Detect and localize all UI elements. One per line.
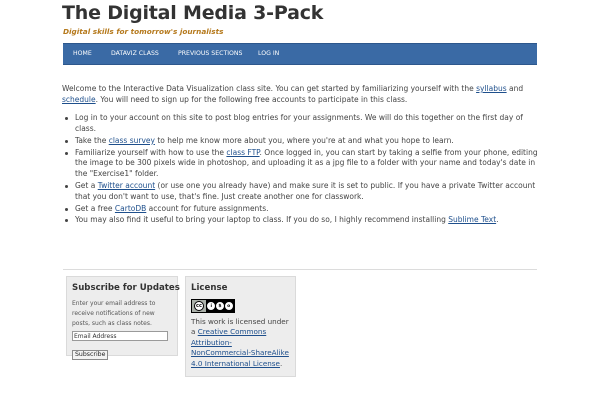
content-divider bbox=[63, 269, 537, 270]
intro-paragraph: Welcome to the Interactive Data Visualiz… bbox=[62, 84, 524, 104]
license-widget: License cc i $ o This work is licensed u… bbox=[185, 276, 296, 377]
subscribe-widget: Subscribe for Updates Enter your email a… bbox=[66, 276, 180, 360]
nav-item-log-in[interactable]: LOG IN bbox=[258, 44, 279, 64]
schedule-link[interactable]: schedule bbox=[62, 95, 96, 104]
list-item: Get a Twitter account (or use one you al… bbox=[62, 181, 540, 202]
class-ftp-link[interactable]: class FTP bbox=[226, 148, 259, 157]
list-item: Familiarize yourself with how to use the… bbox=[62, 148, 540, 180]
nav-item-home[interactable]: HOME bbox=[73, 44, 92, 64]
cartodb-link[interactable]: CartoDB bbox=[115, 204, 146, 213]
cc-logo-icon: cc bbox=[192, 300, 206, 312]
twitter-account-link[interactable]: Twitter account bbox=[98, 181, 155, 190]
subscribe-widget-title: Subscribe for Updates bbox=[72, 283, 180, 293]
nav-item-dataviz-class[interactable]: DATAVIZ CLASS bbox=[111, 44, 159, 64]
list-item: Log in to your account on this site to p… bbox=[62, 113, 540, 134]
syllabus-link[interactable]: syllabus bbox=[476, 84, 507, 93]
list-item: Take the class survey to help me know mo… bbox=[62, 136, 540, 147]
account-setup-list: Log in to your account on this site to p… bbox=[62, 113, 540, 226]
main-navigation: HOME DATAVIZ CLASS PREVIOUS SECTIONS LOG… bbox=[63, 43, 537, 65]
license-text: This work is licensed under a Creative C… bbox=[191, 317, 289, 368]
class-survey-link[interactable]: class survey bbox=[109, 136, 155, 145]
sublime-text-link[interactable]: Sublime Text bbox=[448, 215, 496, 224]
cc-conditions-icon: i $ o bbox=[206, 300, 234, 312]
license-widget-title: License bbox=[191, 283, 228, 293]
list-item: Get a free CartoDB account for future as… bbox=[62, 204, 540, 215]
site-tagline: Digital skills for tomorrow's journalist… bbox=[63, 27, 224, 36]
cc-license-icon[interactable]: cc i $ o bbox=[191, 299, 235, 313]
main-content: Welcome to the Interactive Data Visualiz… bbox=[62, 84, 540, 227]
email-field[interactable] bbox=[72, 331, 168, 341]
creative-commons-license-link[interactable]: Creative Commons Attribution-NonCommerci… bbox=[191, 327, 289, 367]
list-item: You may also find it useful to bring you… bbox=[62, 215, 540, 226]
subscribe-description: Enter your email address to receive noti… bbox=[72, 300, 156, 327]
nav-item-previous-sections[interactable]: PREVIOUS SECTIONS bbox=[178, 44, 242, 64]
site-title[interactable]: The Digital Media 3-Pack bbox=[62, 2, 323, 24]
subscribe-button[interactable]: Subscribe bbox=[72, 350, 109, 360]
